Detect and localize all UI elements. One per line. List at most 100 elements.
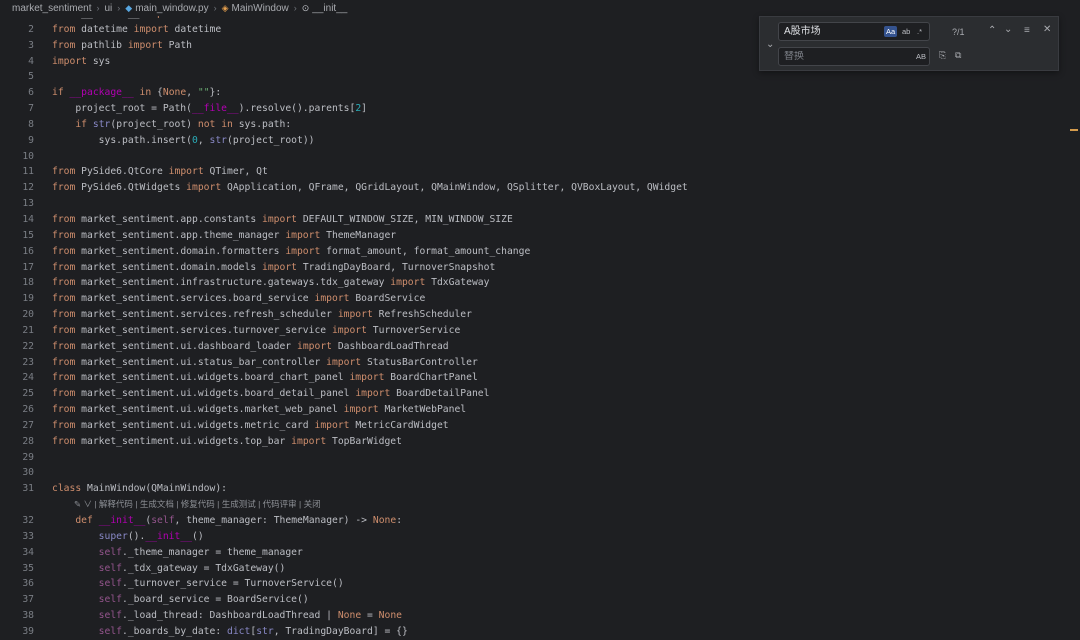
code-line[interactable]: 33 super().__init__() <box>0 529 1080 545</box>
code-line[interactable]: 10 <box>0 149 1080 165</box>
line-number: 37 <box>22 594 34 606</box>
class-icon: ◈ <box>221 2 229 13</box>
line-number: 7 <box>28 103 34 115</box>
code-line[interactable]: 27 from market_sentiment.ui.widgets.metri… <box>0 418 1080 434</box>
find-input-box[interactable]: Aa ab .* <box>778 22 930 41</box>
find-in-selection-icon[interactable]: ≡ <box>1024 25 1030 36</box>
code-text: from market_sentiment.domain.models impo… <box>52 261 496 273</box>
code-text: from market_sentiment.services.board_ser… <box>52 293 426 305</box>
replace-all-icon[interactable]: ⧉ <box>955 50 961 61</box>
code-line[interactable]: 29 <box>0 450 1080 466</box>
line-number: 2 <box>28 23 34 35</box>
code-line[interactable]: 30 <box>0 465 1080 481</box>
code-line[interactable]: 8 if str(project_root) not in sys.path: <box>0 117 1080 133</box>
breadcrumb-item-package[interactable]: market_sentiment <box>12 3 91 14</box>
code-text: self._load_thread: DashboardLoadThread |… <box>98 610 403 622</box>
code-line[interactable]: 7 project_root = Path(__file__).resolve(… <box>0 101 1080 117</box>
code-line[interactable]: 9 sys.path.insert(0, str(project_root)) <box>0 133 1080 149</box>
breadcrumb-item-method[interactable]: __init__ <box>312 3 347 14</box>
chevron-right-icon: › <box>213 3 217 13</box>
code-line[interactable]: 24 from market_sentiment.ui.widgets.board… <box>0 370 1080 386</box>
close-icon[interactable]: ✕ <box>1043 24 1051 35</box>
replace-one-icon[interactable]: ⎘ <box>939 50 946 61</box>
code-text: from market_sentiment.ui.widgets.top_bar… <box>52 435 402 447</box>
code-line[interactable]: 12 from PySide6.QtWidgets import QApplica… <box>0 180 1080 196</box>
code-text: from market_sentiment.services.turnover_… <box>52 324 461 336</box>
code-line[interactable]: 38 self._load_thread: DashboardLoadThrea… <box>0 608 1080 624</box>
code-text: from market_sentiment.ui.widgets.metric_… <box>52 419 449 431</box>
code-line[interactable]: 34 self._theme_manager = theme_manager <box>0 545 1080 561</box>
code-line[interactable]: 20 from market_sentiment.services.refresh… <box>0 307 1080 323</box>
line-number: 28 <box>22 435 34 447</box>
code-text: import sys <box>52 55 111 67</box>
code-line[interactable]: 14 from market_sentiment.app.constants im… <box>0 212 1080 228</box>
code-line[interactable]: 23 from market_sentiment.ui.status_bar_co… <box>0 355 1080 371</box>
line-number: 32 <box>22 515 34 526</box>
line-number: 19 <box>22 293 34 305</box>
code-text: from market_sentiment.ui.widgets.board_d… <box>52 388 490 400</box>
line-number: 5 <box>28 71 34 83</box>
code-line[interactable]: 5 <box>0 69 1080 85</box>
code-text: self._tdx_gateway = TdxGateway() <box>98 562 286 574</box>
find-input[interactable] <box>784 24 879 35</box>
line-number: 24 <box>22 372 34 384</box>
breadcrumb-item-class[interactable]: MainWindow <box>232 3 289 14</box>
code-text: from market_sentiment.ui.dashboard_loade… <box>52 340 449 352</box>
code-text: from datetime import datetime <box>52 23 222 35</box>
code-line[interactable]: 18 from market_sentiment.infrastructure.g… <box>0 275 1080 291</box>
chevron-right-icon: › <box>117 3 121 13</box>
replace-input-box[interactable]: AB <box>778 47 930 66</box>
code-line[interactable]: 26 from market_sentiment.ui.widgets.marke… <box>0 402 1080 418</box>
ai-codelens-actions[interactable]: ✎ ∨ | 解释代码 | 生成文档 | 修复代码 | 生成测试 | 代码评审 |… <box>74 497 321 513</box>
toggle-replace-chevron-icon[interactable]: ⌄ <box>766 39 774 50</box>
code-line[interactable]: 37 self._board_service = BoardService() <box>0 592 1080 608</box>
code-line[interactable]: 19 from market_sentiment.services.board_s… <box>0 291 1080 307</box>
code-line[interactable]: 25 from market_sentiment.ui.widgets.board… <box>0 386 1080 402</box>
code-text: from pathlib import Path <box>52 39 193 51</box>
code-editor[interactable]: 1from __future__ import annotations2from… <box>0 6 1080 640</box>
scrollbar-match-marker <box>1070 129 1078 131</box>
code-text: from PySide6.QtCore import QTimer, Qt <box>52 166 268 178</box>
code-text: from PySide6.QtWidgets import QApplicati… <box>52 182 688 194</box>
code-line[interactable]: 11 from PySide6.QtCore import QTimer, Qt <box>0 164 1080 180</box>
code-line[interactable]: 28 from market_sentiment.ui.widgets.top_b… <box>0 434 1080 450</box>
code-text: from market_sentiment.domain.formatters … <box>52 245 531 257</box>
code-line[interactable]: 21 from market_sentiment.services.turnove… <box>0 323 1080 339</box>
code-line[interactable]: ✎ ∨ | 解释代码 | 生成文档 | 修复代码 | 生成测试 | 代码评审 |… <box>0 497 1080 513</box>
code-line[interactable]: 15 from market_sentiment.app.theme_manage… <box>0 228 1080 244</box>
code-line[interactable]: 39 self._boards_by_date: dict[str, Tradi… <box>0 624 1080 640</box>
code-line[interactable]: 31 class MainWindow(QMainWindow): <box>0 481 1080 497</box>
breadcrumb-item-file[interactable]: main_window.py <box>135 3 208 14</box>
line-number: 6 <box>28 87 34 99</box>
whole-word-toggle[interactable]: ab <box>900 26 912 37</box>
line-number: 12 <box>22 182 34 194</box>
line-number: 36 <box>22 578 34 590</box>
replace-input[interactable] <box>784 51 879 62</box>
code-line[interactable]: 6 if __package__ in {None, ""}: <box>0 85 1080 101</box>
line-number: 17 <box>22 261 34 273</box>
line-number: 34 <box>22 546 34 558</box>
code-line[interactable]: 32 def __init__(self, theme_manager: The… <box>0 513 1080 529</box>
match-case-toggle[interactable]: Aa <box>884 26 898 37</box>
preserve-case-toggle[interactable]: AB <box>914 51 928 62</box>
next-match-icon[interactable]: ⌄ <box>1004 24 1012 35</box>
code-line[interactable]: 36 self._turnover_service = TurnoverServ… <box>0 576 1080 592</box>
find-widget: ⌄ Aa ab .* ?/1 ⌃ ⌄ ≡ ✕ AB ⎘ ⧉ <box>759 16 1059 71</box>
breadcrumb-item-folder[interactable]: ui <box>104 3 112 14</box>
line-number: 8 <box>28 118 34 130</box>
code-text: from market_sentiment.ui.widgets.market_… <box>52 404 467 416</box>
regex-toggle[interactable]: .* <box>915 26 924 37</box>
previous-match-icon[interactable]: ⌃ <box>988 25 996 36</box>
line-number: 33 <box>22 530 34 542</box>
line-number: 39 <box>22 625 34 637</box>
code-line[interactable]: 22 from market_sentiment.ui.dashboard_loa… <box>0 339 1080 355</box>
code-line[interactable]: 17 from market_sentiment.domain.models im… <box>0 260 1080 276</box>
code-text: self._board_service = BoardService() <box>98 594 309 606</box>
code-line[interactable]: 13 <box>0 196 1080 212</box>
chevron-right-icon: › <box>293 3 297 13</box>
code-line[interactable]: 16 from market_sentiment.domain.formatter… <box>0 244 1080 260</box>
match-count: ?/1 <box>952 27 965 37</box>
code-text: from market_sentiment.services.refresh_s… <box>52 309 472 321</box>
code-line[interactable]: 35 self._tdx_gateway = TdxGateway() <box>0 561 1080 577</box>
code-text: if str(project_root) not in sys.path: <box>75 118 292 130</box>
